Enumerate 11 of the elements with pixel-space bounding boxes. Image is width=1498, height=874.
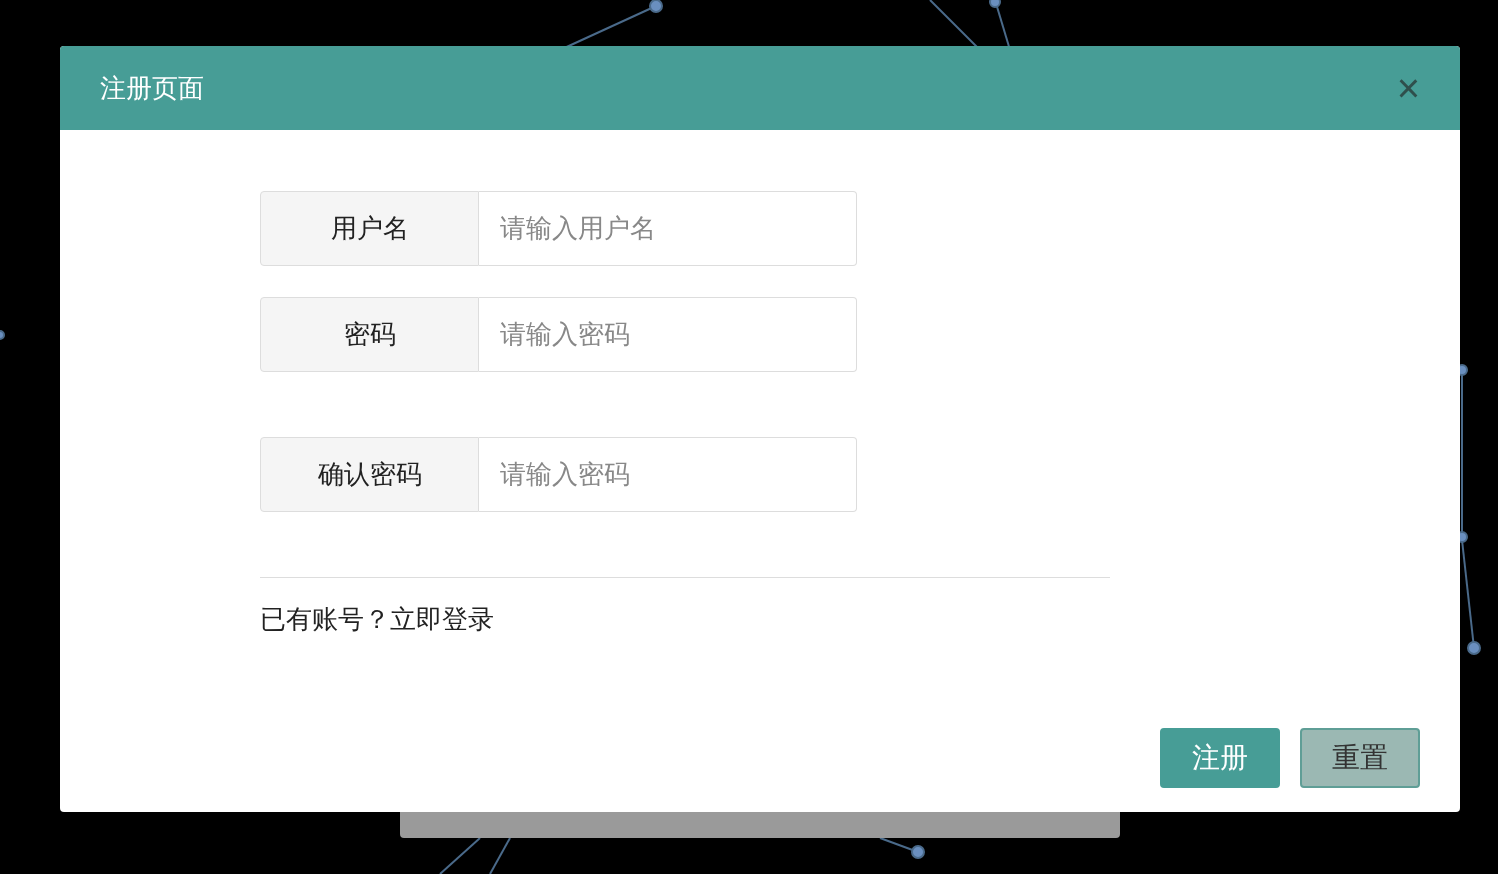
input-field[interactable]: 请输入用户名 (479, 191, 857, 266)
reset-button[interactable]: 重置 (1300, 728, 1420, 788)
login-prompt: 已有账号？立即登录 (260, 603, 495, 636)
field-label: 密码 (260, 297, 479, 372)
field-label: 用户名 (260, 191, 479, 266)
input-field[interactable]: 请输入密码 (479, 297, 857, 372)
dialog-title: 注册页面 (100, 71, 204, 105)
login-link[interactable]: 立即登录 (390, 604, 494, 634)
input-field[interactable]: 请输入密码 (479, 437, 857, 512)
field-label: 确认密码 (260, 437, 479, 512)
register-button[interactable]: 注册 (1160, 728, 1280, 788)
